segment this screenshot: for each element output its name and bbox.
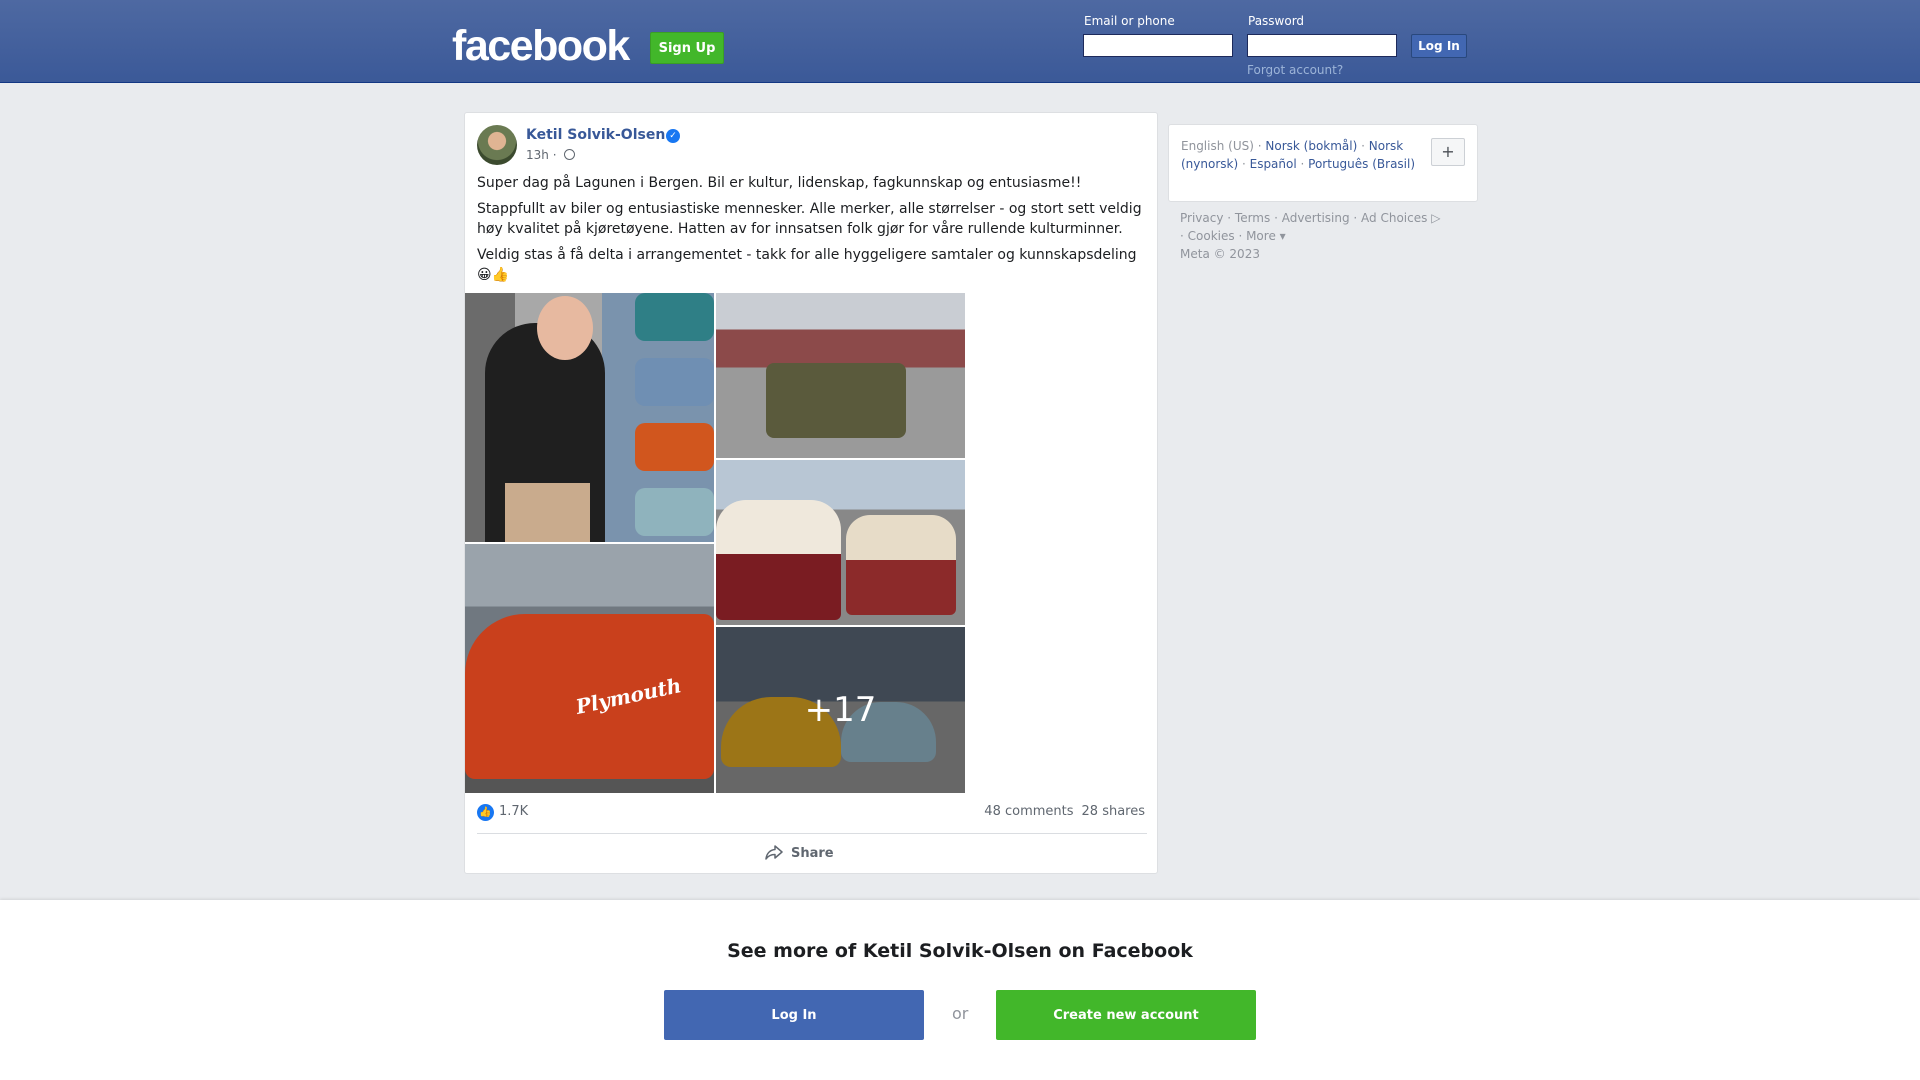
post-stats: 48 comments 28 shares xyxy=(984,804,1145,819)
create-account-button[interactable]: Create new account xyxy=(996,990,1256,1040)
language-current: English (US) xyxy=(1181,139,1254,153)
login-prompt-banner: See more of Ketil Solvik-Olsen on Facebo… xyxy=(0,900,1920,1080)
verified-badge-icon: ✓ xyxy=(666,129,680,143)
post-paragraph: Super dag på Lagunen i Bergen. Bil er ku… xyxy=(477,175,1082,191)
photo-vw-buses[interactable] xyxy=(716,460,965,625)
login-button[interactable]: Log In xyxy=(1411,34,1467,58)
like-count[interactable]: 1.7K xyxy=(499,804,528,819)
post-paragraph: Stappfullt av biler og entusiastiske men… xyxy=(477,201,1142,237)
email-field[interactable] xyxy=(1083,34,1233,57)
sign-up-button[interactable]: Sign Up xyxy=(650,32,724,64)
photo-plymouth[interactable]: Plymouth xyxy=(465,544,714,793)
footer-link[interactable]: Ad Choices xyxy=(1361,211,1427,225)
email-label: Email or phone xyxy=(1084,14,1175,28)
facebook-logo[interactable]: facebook xyxy=(452,22,630,71)
post-card: Ketil Solvik-Olsen ✓ 13h · Super dag på … xyxy=(464,112,1158,874)
copyright: Meta © 2023 xyxy=(1180,247,1260,261)
comments-count[interactable]: 48 comments xyxy=(984,804,1073,819)
share-button[interactable]: Share xyxy=(765,845,834,861)
caret-down-icon: ▾ xyxy=(1275,229,1286,243)
footer-links: Privacy · Terms · Advertising · Ad Choic… xyxy=(1180,211,1441,261)
language-link[interactable]: Español xyxy=(1250,157,1297,171)
avatar[interactable] xyxy=(477,125,517,165)
more-photos-overlay[interactable]: +17 xyxy=(716,627,965,793)
share-label: Share xyxy=(791,845,834,861)
or-separator: or xyxy=(952,1004,969,1023)
prompt-login-button[interactable]: Log In xyxy=(664,990,924,1040)
post-paragraph: Veldig stas å få delta i arrangementet -… xyxy=(477,247,1137,283)
divider xyxy=(477,833,1147,834)
post-meta: 13h · xyxy=(526,148,576,162)
password-label: Password xyxy=(1248,14,1305,28)
photo-beetles[interactable]: +17 xyxy=(716,627,965,793)
password-field[interactable] xyxy=(1247,34,1397,57)
photo-jeep[interactable] xyxy=(716,293,965,458)
post-text: Super dag på Lagunen i Bergen. Bil er ku… xyxy=(477,173,1147,291)
top-navigation-bar: facebook Sign Up Email or phone Password… xyxy=(0,0,1920,83)
language-box: English (US) · Norsk (bokmål) · Norsk (n… xyxy=(1168,124,1478,202)
footer-link[interactable]: More xyxy=(1246,229,1276,243)
footer-link[interactable]: Advertising xyxy=(1282,211,1350,225)
photo-grid: Plymouth +17 xyxy=(465,293,965,793)
footer-link[interactable]: Terms xyxy=(1235,211,1270,225)
share-icon xyxy=(765,845,783,860)
ad-choices-icon: ▷ xyxy=(1427,211,1441,225)
more-languages-button[interactable]: + xyxy=(1431,138,1465,166)
footer-link[interactable]: Cookies xyxy=(1188,229,1235,243)
footer-link[interactable]: Privacy xyxy=(1180,211,1223,225)
forgot-account-link[interactable]: Forgot account? xyxy=(1247,63,1343,77)
shares-count[interactable]: 28 shares xyxy=(1082,804,1145,819)
photo-man-with-cars[interactable] xyxy=(465,293,714,542)
like-reaction-icon[interactable]: 👍 xyxy=(477,804,494,821)
language-link[interactable]: Português (Brasil) xyxy=(1308,157,1415,171)
login-prompt-title: See more of Ketil Solvik-Olsen on Facebo… xyxy=(727,940,1193,962)
post-author[interactable]: Ketil Solvik-Olsen xyxy=(526,127,665,143)
language-link[interactable]: Norsk (bokmål) xyxy=(1265,139,1357,153)
globe-icon xyxy=(564,149,576,160)
post-time[interactable]: 13h xyxy=(526,148,549,162)
